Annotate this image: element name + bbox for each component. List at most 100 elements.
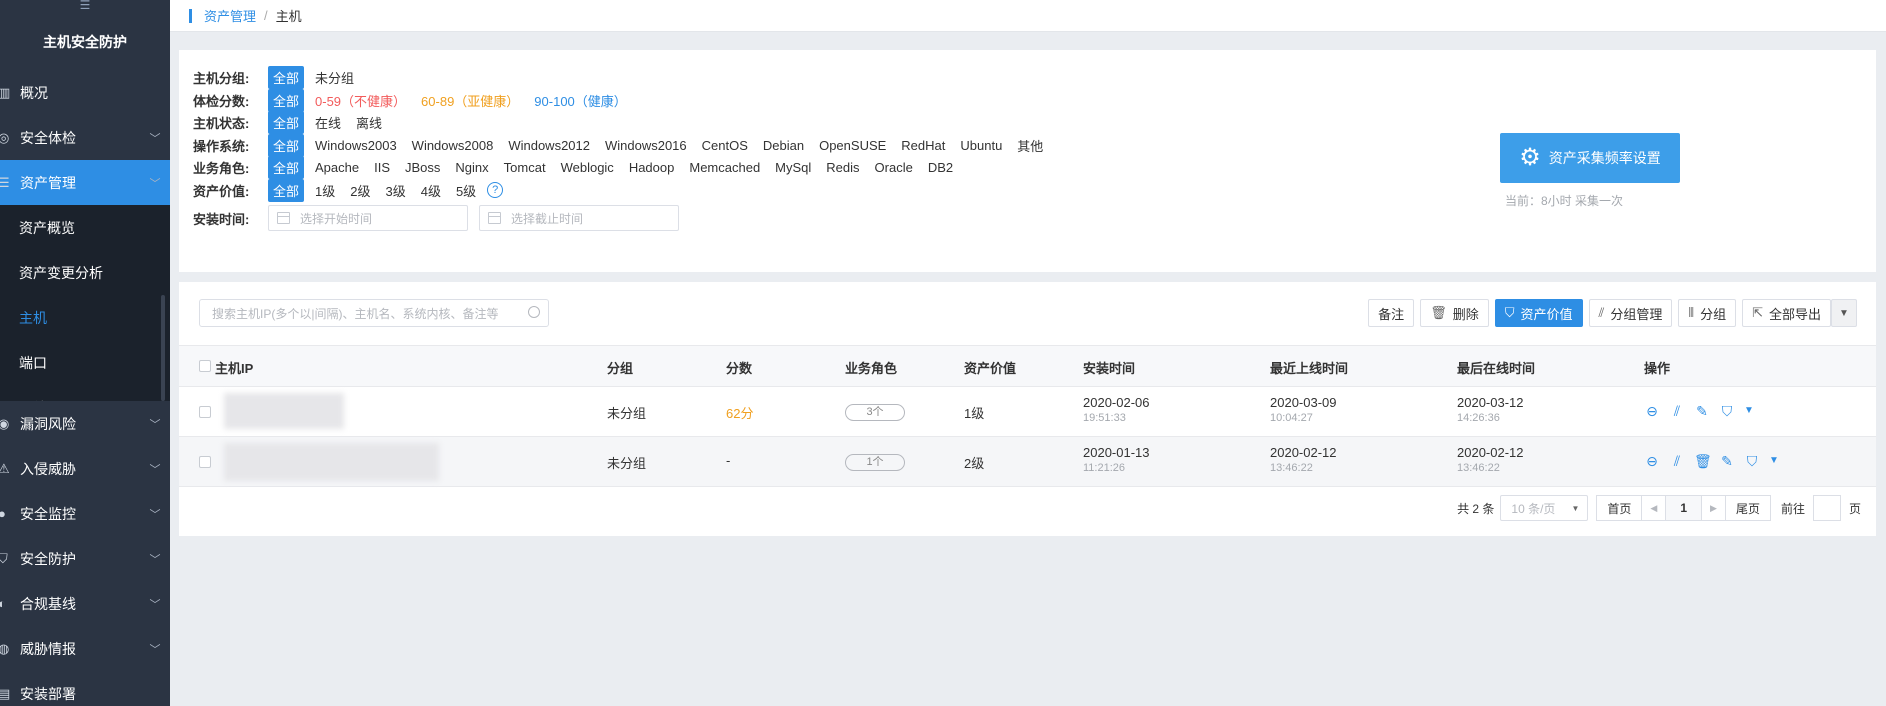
filter-option[interactable]: 2级 [350,181,370,200]
filter-option[interactable]: 离线 [356,113,382,132]
filter-option-all[interactable]: 全部 [268,110,305,134]
column-header-ip[interactable]: 主机IP [215,358,253,377]
export-dropdown-icon[interactable]: ▼ [1831,299,1857,327]
sidebar-item-protection[interactable]: ⛉ 安全防护 ﹀ [0,536,170,581]
filter-option[interactable]: Nginx [455,160,488,175]
filter-option[interactable]: CentOS [702,138,748,153]
submenu-item-website[interactable]: 网站 [0,385,170,402]
row-checkbox[interactable] [199,406,211,418]
breadcrumb-parent-link[interactable]: 资产管理 [204,6,256,25]
filter-option[interactable]: Weblogic [561,160,614,175]
filter-option[interactable]: Ubuntu [960,138,1002,153]
filter-option[interactable]: OpenSUSE [819,138,886,153]
remark-icon[interactable]: ⊖ [1644,453,1660,469]
page-size-select[interactable]: 10 条/页 [1500,495,1589,521]
column-header-score[interactable]: 分数 [726,358,752,377]
sidebar-item-intel[interactable]: ◍ 威胁情报 ﹀ [0,626,170,671]
edit-icon[interactable]: ✎ [1694,403,1710,419]
filter-option[interactable]: Windows2003 [315,138,397,153]
filter-option[interactable]: Windows2012 [508,138,590,153]
filter-option[interactable]: 3级 [385,181,405,200]
filter-option[interactable]: IIS [374,160,390,175]
filter-option[interactable]: 4级 [421,181,441,200]
group-button[interactable]: ⦀ 分组 [1678,299,1737,327]
end-date-input[interactable]: 选择截止时间 [479,205,679,231]
filter-option[interactable]: JBoss [405,160,440,175]
filter-option[interactable]: Tomcat [504,160,546,175]
sidebar-item-deploy[interactable]: ▤ 安装部署 [0,671,170,706]
filter-option[interactable]: DB2 [928,160,953,175]
cell-role-badge[interactable]: 1个 [845,454,905,471]
edit-icon[interactable]: ✎ [1719,453,1735,469]
filter-option-subhealthy[interactable]: 60-89（亚健康） [421,91,519,110]
prev-page-icon[interactable]: ◀ [1642,496,1667,520]
filter-option-all[interactable]: 全部 [268,65,305,89]
submenu-item-host[interactable]: 主机 [0,295,170,340]
filter-option[interactable]: 其他 [1017,136,1043,155]
submenu-scrollbar[interactable] [161,295,165,401]
cell-role-badge[interactable]: 3个 [845,404,905,421]
remark-button[interactable]: 备注 [1368,299,1415,327]
submenu-item-asset-change[interactable]: 资产变更分析 [0,250,170,295]
filter-option-all[interactable]: 全部 [268,88,305,112]
start-date-input[interactable]: 选择开始时间 [268,205,468,231]
filter-option-all[interactable]: 全部 [268,133,305,157]
next-page-icon[interactable]: ▶ [1702,496,1726,520]
filter-option[interactable]: RedHat [901,138,945,153]
filter-option[interactable]: 在线 [315,113,341,132]
filter-option[interactable]: 未分组 [315,68,354,87]
remark-icon[interactable]: ⊖ [1644,403,1660,419]
filter-option[interactable]: Apache [315,160,359,175]
filter-option[interactable]: Windows2008 [412,138,494,153]
sidebar-item-baseline[interactable]: ◐ 合规基线 ﹀ [0,581,170,626]
filter-option[interactable]: MySql [775,160,811,175]
select-all-checkbox[interactable] [199,360,211,372]
table-row[interactable]: 未分组 - 1个 2级 2020-01-13 11:21:26 2020-02-1… [179,437,1876,487]
submenu-item-port[interactable]: 端口 [0,340,170,385]
filter-option[interactable]: Redis [826,160,859,175]
group-manage-icon[interactable]: ⫽ [1669,403,1685,419]
trash-icon[interactable]: 🗑 [1694,453,1712,469]
last-page-button[interactable]: 尾页 [1726,496,1770,520]
filter-option-healthy[interactable]: 90-100（健康） [534,91,626,110]
caret-down-icon[interactable]: ▼ [1769,453,1779,469]
submenu-item-asset-overview[interactable]: 资产概览 [0,205,170,250]
help-icon[interactable]: ? [487,182,504,198]
column-header-install-time[interactable]: 安装时间 [1083,358,1135,377]
sidebar-item-checkup[interactable]: ◎ 安全体检 ﹀ [0,115,170,160]
column-header-group[interactable]: 分组 [607,358,633,377]
filter-option[interactable]: Windows2016 [605,138,687,153]
sidebar-item-monitor[interactable]: ● 安全监控 ﹀ [0,491,170,536]
column-header-last-online[interactable]: 最后在线时间 [1457,358,1535,377]
group-manage-button[interactable]: ⫽ 分组管理 [1588,299,1673,327]
cell-score[interactable]: 62分 [726,403,753,422]
filter-option[interactable]: 1级 [315,181,335,200]
asset-value-button[interactable]: ⛉ 资产价值 [1494,299,1583,327]
asset-collect-frequency-button[interactable]: ⚙ 资产采集频率设置 [1500,133,1680,183]
filter-option[interactable]: Debian [763,138,804,153]
export-all-button[interactable]: ⇱ 全部导出 [1742,299,1831,327]
filter-option[interactable]: Memcached [689,160,760,175]
delete-button[interactable]: 🗑 删除 [1420,299,1489,327]
sidebar-item-overview[interactable]: ▥ 概况 [0,70,170,115]
tag-icon[interactable]: ⛉ [1719,403,1735,419]
caret-down-icon[interactable]: ▼ [1744,403,1754,419]
current-page[interactable]: 1 [1666,496,1703,520]
filter-option-all[interactable]: 全部 [268,155,305,179]
sidebar-item-intrusion[interactable]: ⚠ 入侵威胁 ﹀ [0,446,170,491]
filter-option[interactable]: Oracle [875,160,913,175]
table-row[interactable]: 未分组 62分 3个 1级 2020-02-06 19:51:33 2020-03… [179,387,1876,437]
filter-option[interactable]: 5级 [456,181,476,200]
search-icon[interactable] [528,306,540,318]
menu-toggle-icon[interactable]: ☰ [0,0,170,14]
column-header-value[interactable]: 资产价值 [964,358,1016,377]
filter-option[interactable]: Hadoop [629,160,675,175]
filter-option-all[interactable]: 全部 [268,178,305,202]
group-manage-icon[interactable]: ⫽ [1669,453,1685,469]
filter-option-unhealthy[interactable]: 0-59（不健康） [315,91,406,110]
column-header-role[interactable]: 业务角色 [845,358,897,377]
row-checkbox[interactable] [199,456,211,468]
first-page-button[interactable]: 首页 [1597,496,1643,520]
sidebar-item-assets[interactable]: ☰ 资产管理 ﹀ [0,160,170,205]
column-header-online-time[interactable]: 最近上线时间 [1270,358,1348,377]
